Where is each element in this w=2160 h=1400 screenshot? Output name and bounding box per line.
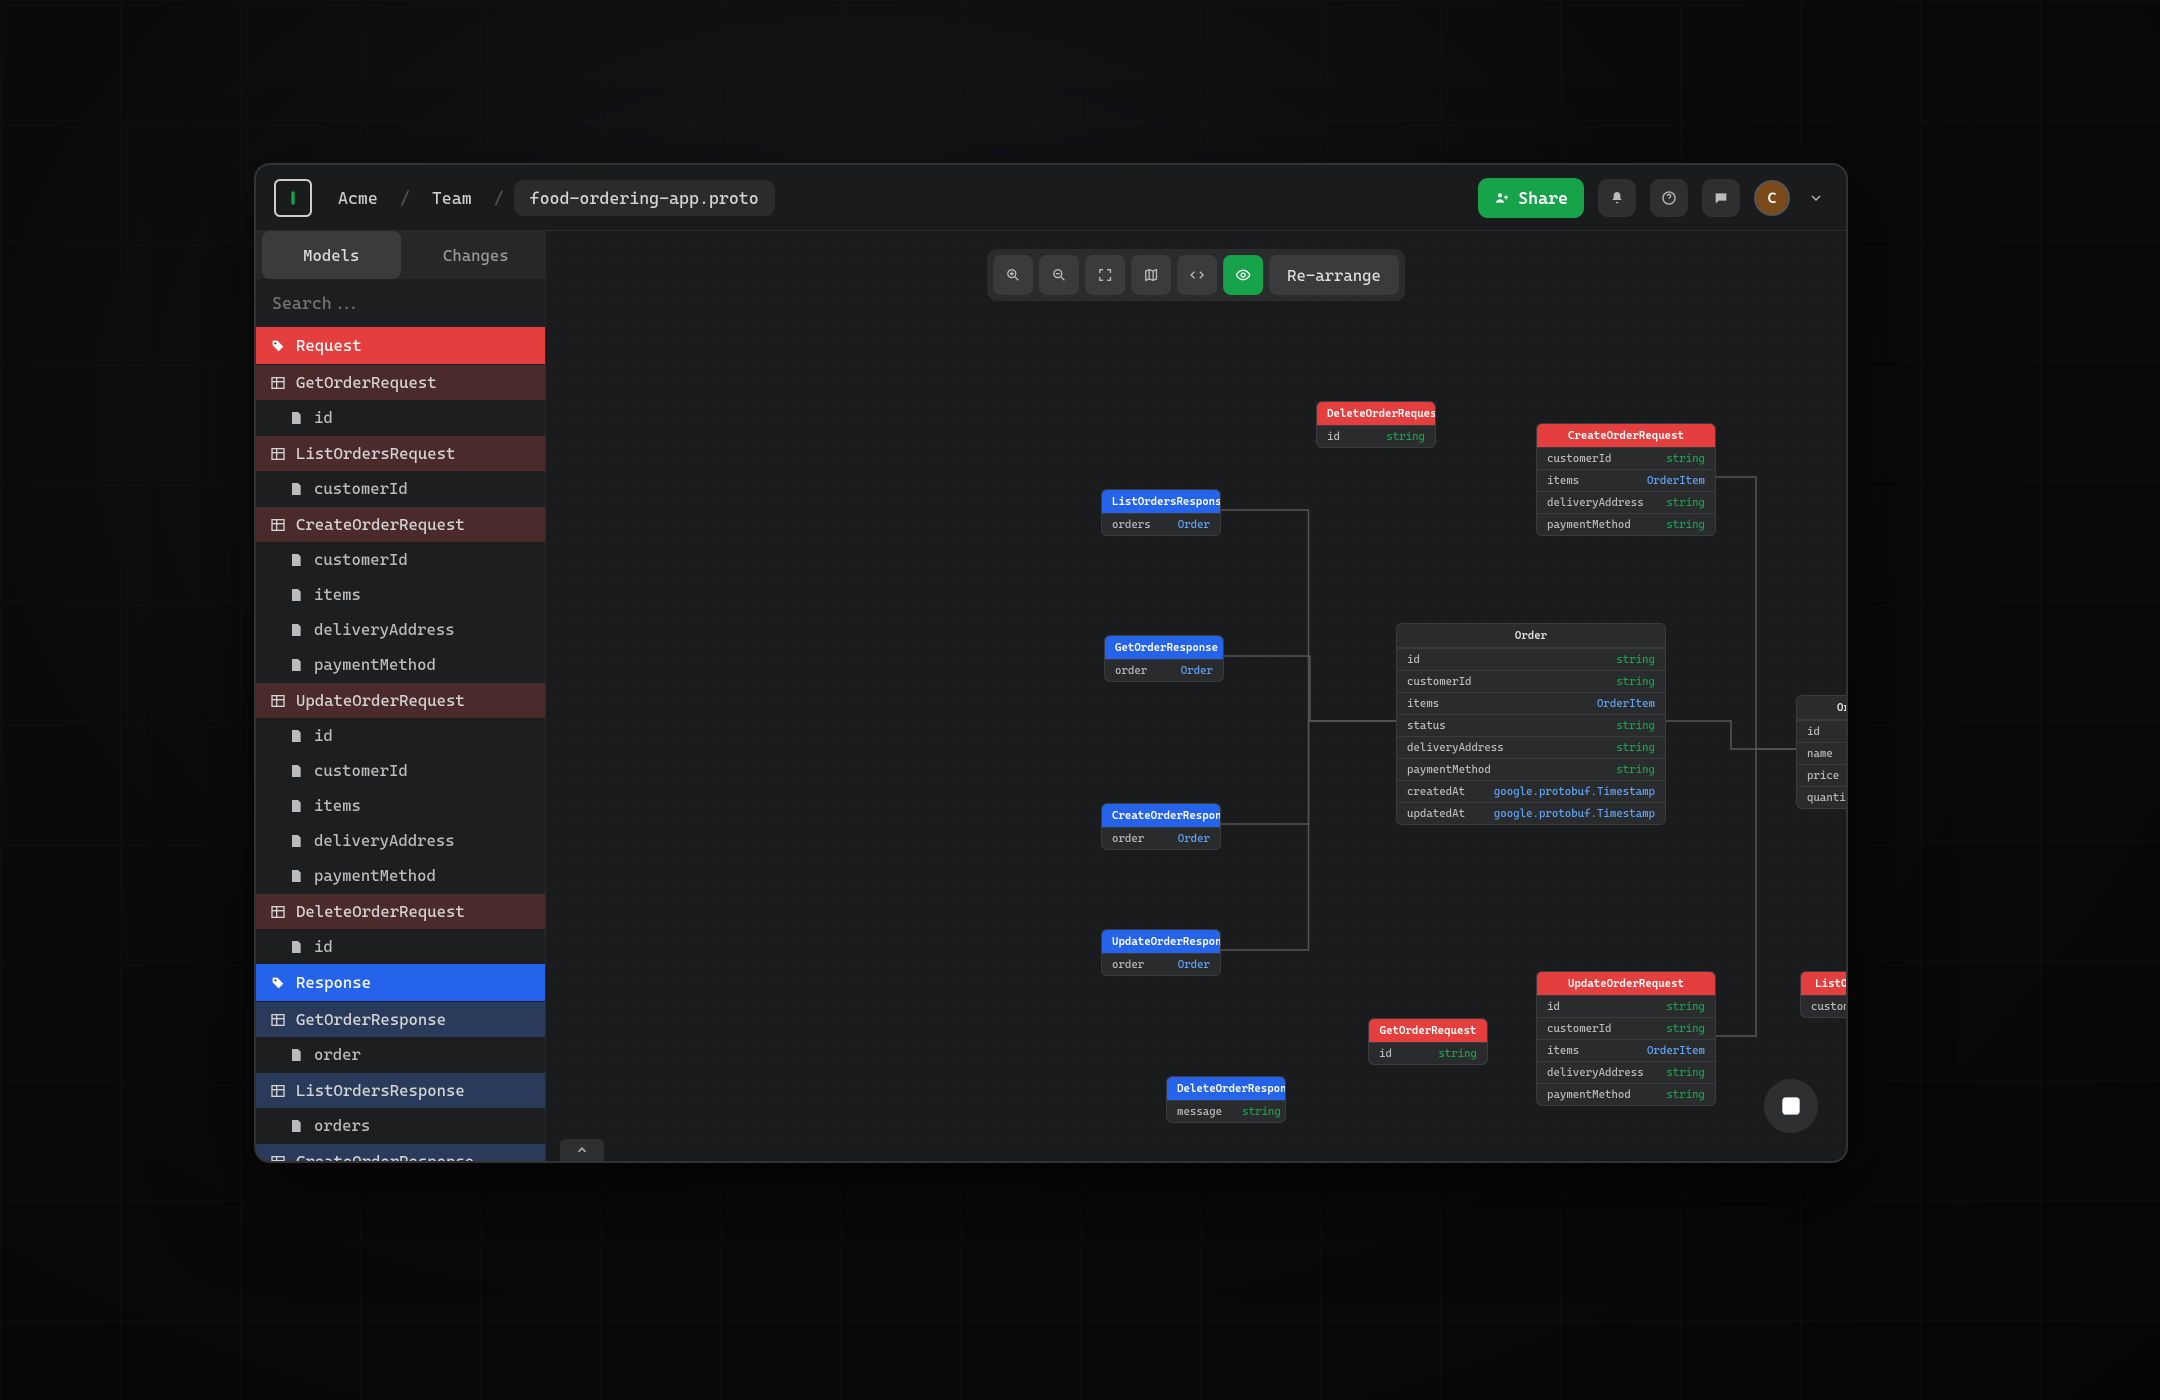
notifications-button[interactable] <box>1598 179 1636 217</box>
logo-icon <box>283 188 303 208</box>
sidebar-field[interactable]: id <box>256 718 545 753</box>
sidebar-field[interactable]: deliveryAddress <box>256 823 545 858</box>
sidebar-item[interactable]: ListOrdersResponse <box>256 1072 545 1108</box>
sidebar-item[interactable]: ListOrdersRequest <box>256 435 545 471</box>
model-tree[interactable]: RequestGetOrderRequestidListOrdersReques… <box>256 327 545 1161</box>
sidebar-field[interactable]: paymentMethod <box>256 647 545 682</box>
app-window: Acme / Team / food-ordering-app.proto Sh… <box>254 163 1848 1163</box>
chevron-down-icon <box>1808 190 1824 206</box>
logo[interactable] <box>274 179 312 217</box>
share-button[interactable]: Share <box>1478 178 1584 218</box>
canvas-toolbar: Re-arrange <box>987 249 1405 301</box>
intercom-button[interactable] <box>1764 1079 1818 1133</box>
sidebar-field[interactable]: id <box>256 400 545 435</box>
user-plus-icon <box>1494 190 1510 206</box>
search-input[interactable] <box>272 293 529 313</box>
preview-button[interactable] <box>1223 255 1263 295</box>
sidebar-tabs: Models Changes <box>256 231 545 279</box>
schema-node[interactable]: DeleteOrderResponsemessagestring <box>1166 1076 1286 1123</box>
schema-node[interactable]: OrderidstringcustomerIdstringitemsOrderI… <box>1396 623 1666 825</box>
intercom-icon <box>1778 1093 1804 1119</box>
bottom-panel-toggle[interactable] <box>560 1139 604 1161</box>
schema-node[interactable]: DeleteOrderRequestidstring <box>1316 401 1436 448</box>
zoom-in-icon <box>1005 267 1021 283</box>
breadcrumb-file: food-ordering-app.proto <box>514 180 775 216</box>
schema-node[interactable]: GetOrderRequestidstring <box>1368 1018 1488 1065</box>
chevron-up-icon <box>575 1143 589 1157</box>
sidebar-item[interactable]: CreateOrderResponse <box>256 1143 545 1161</box>
sidebar-field[interactable]: orders <box>256 1108 545 1143</box>
schema-node[interactable]: CreateOrderResponseorderOrder <box>1101 803 1221 850</box>
schema-node[interactable]: GetOrderResponseorderOrder <box>1104 635 1224 682</box>
schema-node[interactable]: ListOrdersResponseordersOrder <box>1101 489 1221 536</box>
schema-node[interactable]: CreateOrderRequestcustomerIdstringitemsO… <box>1536 423 1716 536</box>
rearrange-button[interactable]: Re-arrange <box>1269 255 1399 295</box>
map-icon <box>1143 267 1159 283</box>
zoom-out-icon <box>1051 267 1067 283</box>
canvas[interactable]: Re-arrange DeleteOrderRequestidstring Cre… <box>546 231 1846 1161</box>
sidebar-group[interactable]: Request <box>256 327 545 364</box>
sidebar-field[interactable]: deliveryAddress <box>256 612 545 647</box>
schema-node[interactable]: UpdateOrderResponseorderOrder <box>1101 929 1221 976</box>
code-view-button[interactable] <box>1177 255 1217 295</box>
sidebar-field[interactable]: paymentMethod <box>256 858 545 893</box>
bell-icon <box>1609 190 1625 206</box>
schema-node[interactable]: OrderItemidstringnamestringpricefloatqua… <box>1796 695 1846 809</box>
schema-node[interactable]: UpdateOrderRequestidstringcustomerIdstri… <box>1536 971 1716 1106</box>
sidebar-field[interactable]: customerId <box>256 471 545 506</box>
breadcrumb: Acme / Team / food-ordering-app.proto <box>326 180 775 216</box>
fit-icon <box>1097 267 1113 283</box>
zoom-in-button[interactable] <box>993 255 1033 295</box>
tab-models[interactable]: Models <box>262 231 401 279</box>
schema-node[interactable]: ListOrdersRequestcustomerIdstring <box>1800 971 1846 1018</box>
sidebar-item[interactable]: GetOrderResponse <box>256 1001 545 1037</box>
sidebar-field[interactable]: items <box>256 577 545 612</box>
eye-icon <box>1235 267 1251 283</box>
zoom-out-button[interactable] <box>1039 255 1079 295</box>
tab-changes[interactable]: Changes <box>407 231 546 279</box>
user-menu-dropdown[interactable] <box>1804 179 1828 217</box>
sidebar-field[interactable]: items <box>256 788 545 823</box>
sidebar-field[interactable]: customerId <box>256 753 545 788</box>
sidebar: Models Changes RequestGetOrderRequestidL… <box>256 231 546 1161</box>
fit-view-button[interactable] <box>1085 255 1125 295</box>
sidebar-field[interactable]: order <box>256 1037 545 1072</box>
breadcrumb-org[interactable]: Acme <box>326 182 390 214</box>
sidebar-item[interactable]: CreateOrderRequest <box>256 506 545 542</box>
sidebar-item[interactable]: GetOrderRequest <box>256 364 545 400</box>
sidebar-group[interactable]: Response <box>256 964 545 1001</box>
help-button[interactable] <box>1650 179 1688 217</box>
chat-icon <box>1713 190 1729 206</box>
breadcrumb-team[interactable]: Team <box>420 182 484 214</box>
sidebar-item[interactable]: DeleteOrderRequest <box>256 893 545 929</box>
minimap-button[interactable] <box>1131 255 1171 295</box>
help-icon <box>1661 190 1677 206</box>
sidebar-field[interactable]: id <box>256 929 545 964</box>
header: Acme / Team / food-ordering-app.proto Sh… <box>256 165 1846 231</box>
code-icon <box>1189 267 1205 283</box>
avatar[interactable]: C <box>1754 180 1790 216</box>
feedback-button[interactable] <box>1702 179 1740 217</box>
sidebar-field[interactable]: customerId <box>256 542 545 577</box>
sidebar-item[interactable]: UpdateOrderRequest <box>256 682 545 718</box>
